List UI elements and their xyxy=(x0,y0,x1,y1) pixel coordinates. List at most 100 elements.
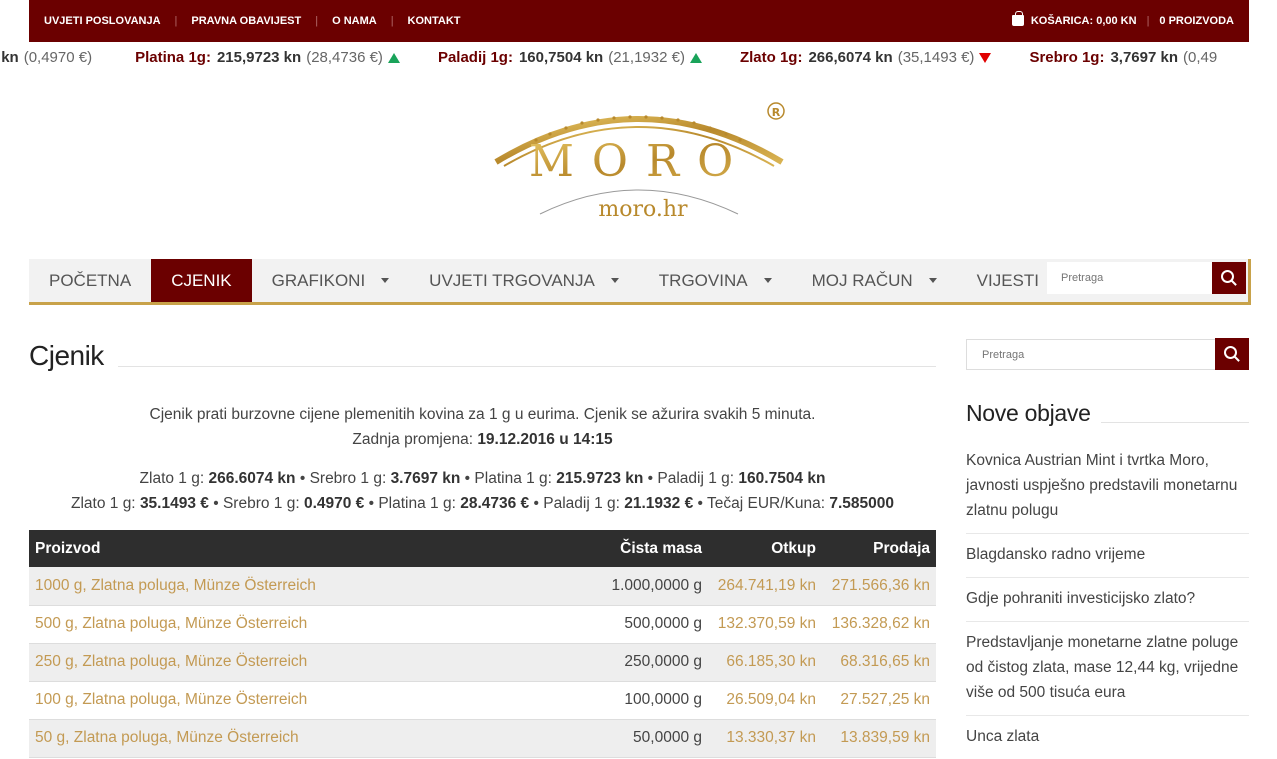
link-o-nama[interactable]: O NAMA xyxy=(332,15,377,27)
price-ticker: 597 kn (0,4970 €) Platina 1g: 215,9723 k… xyxy=(0,44,1277,72)
table-row[interactable]: 50 g, Zlatna poluga, Münze Österreich 50… xyxy=(29,719,936,758)
price-value: 266.6074 kn xyxy=(208,470,296,487)
product-mass: 100,0000 g xyxy=(568,681,708,720)
product-buy-price[interactable]: 264.741,19 kn xyxy=(708,567,822,606)
table-row[interactable]: 250 g, Zlatna poluga, Münze Österreich 2… xyxy=(29,643,936,682)
product-sell-price[interactable]: 13.839,59 kn xyxy=(822,719,936,758)
nav-search-button[interactable] xyxy=(1212,262,1246,294)
ticker-kn: 215,9723 kn xyxy=(216,49,302,66)
col-header-mass[interactable]: Čista masa xyxy=(568,530,708,567)
arrow-down-icon xyxy=(979,52,992,63)
nav-item-uvjeti-trgovanja[interactable]: UVJETI TRGOVANJA xyxy=(409,259,639,302)
product-link[interactable]: 100 g, Zlatna poluga, Münze Österreich xyxy=(29,681,568,720)
nav-label: POČETNA xyxy=(49,270,132,290)
price-value: 215.9723 kn xyxy=(556,470,644,487)
product-mass: 50,0000 g xyxy=(568,719,708,758)
cart-total[interactable]: KOŠARICA: 0,00 KN xyxy=(1031,15,1137,27)
price-value: 3.7697 kn xyxy=(390,470,461,487)
ticker-kn: 160,7504 kn xyxy=(518,49,604,66)
col-header-product[interactable]: Proizvod xyxy=(29,530,568,567)
ticker-item-zlato: Zlato 1g: 266,6074 kn (35,1493 €) xyxy=(739,49,992,66)
ticker-name: Srebro 1g: xyxy=(1029,49,1105,66)
cart-summary[interactable]: KOŠARICA: 0,00 KN | 0 PROIZVODA xyxy=(1011,0,1234,42)
nav-item-pocetna[interactable]: POČETNA xyxy=(29,259,151,302)
ticker-name: Paladij 1g: xyxy=(437,49,513,66)
link-pravna-obavijest[interactable]: PRAVNA OBAVIJEST xyxy=(191,15,301,27)
price-label: Zlato 1 g: xyxy=(71,495,136,512)
nav-label: GRAFIKONI xyxy=(271,270,366,290)
ticker-kn: 3,7697 kn xyxy=(1110,49,1179,66)
col-header-buy[interactable]: Otkup xyxy=(708,530,822,567)
caret-down-icon xyxy=(610,278,619,283)
logo-word: MORO xyxy=(529,136,751,187)
link-uvjeti-poslovanja[interactable]: UVJETI POSLOVANJA xyxy=(44,15,161,27)
cart-count[interactable]: 0 PROIZVODA xyxy=(1159,15,1234,27)
arrow-up-icon xyxy=(387,52,400,63)
nav-item-vijesti[interactable]: VIJESTI xyxy=(957,259,1059,302)
rate-value: 7.585000 xyxy=(829,495,894,512)
ticker-name: Zlato 1g: xyxy=(739,49,803,66)
post-link[interactable]: Kovnica Austrian Mint i tvrtka Moro, jav… xyxy=(966,448,1249,534)
table-row[interactable]: 1000 g, Zlatna poluga, Münze Österreich … xyxy=(29,567,936,606)
ticker-name: Platina 1g: xyxy=(135,49,211,66)
rate-label: Tečaj EUR/Kuna: xyxy=(706,495,826,512)
nav-item-cjenik[interactable]: CJENIK xyxy=(151,259,252,302)
page-title-wrap: Cjenik xyxy=(29,340,936,376)
price-label: Paladij 1 g: xyxy=(657,470,735,487)
sidebar-search-input[interactable] xyxy=(966,339,1216,370)
ticker-kn: 597 kn xyxy=(0,49,19,66)
caret-down-icon xyxy=(928,278,937,283)
page-title: Cjenik xyxy=(29,340,118,372)
product-buy-price[interactable]: 13.330,37 kn xyxy=(708,719,822,758)
ticker-eur: (0,4970 €) xyxy=(23,49,93,66)
intro-line: Cjenik prati burzovne cijene plemenitih … xyxy=(149,406,816,423)
post-link[interactable]: Unca zlata xyxy=(966,724,1249,759)
price-label: Srebro 1 g: xyxy=(222,495,300,512)
eur-prices: Zlato 1 g: 35.1493 € • Srebro 1 g: 0.497… xyxy=(71,495,894,512)
table-row[interactable]: 500 g, Zlatna poluga, Münze Österreich 5… xyxy=(29,605,936,644)
price-summary: Zlato 1 g: 266.6074 kn • Srebro 1 g: 3.7… xyxy=(29,466,936,516)
nav-label: CJENIK xyxy=(171,270,232,290)
product-buy-price[interactable]: 132.370,59 kn xyxy=(708,605,822,644)
link-kontakt[interactable]: KONTAKT xyxy=(408,15,461,27)
price-value: 160.7504 kn xyxy=(738,470,826,487)
product-link[interactable]: 250 g, Zlatna poluga, Münze Österreich xyxy=(29,643,568,682)
separator: | xyxy=(315,15,319,27)
table-row[interactable]: 100 g, Zlatna poluga, Münze Österreich 1… xyxy=(29,681,936,720)
post-link[interactable]: Predstavljanje monetarne zlatne poluge o… xyxy=(966,630,1249,716)
ticker-item-paladij: Paladij 1g: 160,7504 kn (21,1932 €) xyxy=(438,49,702,66)
search-icon xyxy=(1224,346,1237,359)
sidebar-search-button[interactable] xyxy=(1215,338,1249,370)
moro-logo[interactable]: MORO moro.hr R xyxy=(488,96,792,222)
nav-label: TRGOVINA xyxy=(658,270,748,290)
product-sell-price[interactable]: 27.527,25 kn xyxy=(822,681,936,720)
price-label: Platina 1 g: xyxy=(378,495,456,512)
product-link[interactable]: 500 g, Zlatna poluga, Münze Österreich xyxy=(29,605,568,644)
ticker-eur: (21,1932 €) xyxy=(608,49,685,66)
product-sell-price[interactable]: 271.566,36 kn xyxy=(822,567,936,606)
post-link[interactable]: Gdje pohraniti investicijsko zlato? xyxy=(966,586,1249,622)
product-buy-price[interactable]: 26.509,04 kn xyxy=(708,681,822,720)
sidebar-title-wrap: Nove objave xyxy=(966,400,1249,432)
nav-search-input[interactable] xyxy=(1047,262,1213,294)
arrow-up-icon xyxy=(689,52,702,63)
intro-text: Cjenik prati burzovne cijene plemenitih … xyxy=(29,402,936,452)
ticker-item-platina: Platina 1g: 215,9723 kn (28,4736 €) xyxy=(135,49,400,66)
product-sell-price[interactable]: 68.316,65 kn xyxy=(822,643,936,682)
price-label: Platina 1 g: xyxy=(474,470,552,487)
col-header-sell[interactable]: Prodaja xyxy=(822,530,936,567)
product-link[interactable]: 1000 g, Zlatna poluga, Münze Österreich xyxy=(29,567,568,606)
product-link[interactable]: 50 g, Zlatna poluga, Münze Österreich xyxy=(29,719,568,758)
post-link[interactable]: Blagdansko radno vrijeme xyxy=(966,542,1249,578)
nav-item-moj-racun[interactable]: MOJ RAČUN xyxy=(792,259,957,302)
ticker-kn: 266,6074 kn xyxy=(808,49,893,66)
product-buy-price[interactable]: 66.185,30 kn xyxy=(708,643,822,682)
nav-item-grafikoni[interactable]: GRAFIKONI xyxy=(252,259,410,302)
nav-item-trgovina[interactable]: TRGOVINA xyxy=(639,259,792,302)
top-links: UVJETI POSLOVANJA | PRAVNA OBAVIJEST | O… xyxy=(44,0,461,42)
product-sell-price[interactable]: 136.328,62 kn xyxy=(822,605,936,644)
recent-posts-list: Kovnica Austrian Mint i tvrtka Moro, jav… xyxy=(966,448,1249,759)
nav-label: VIJESTI xyxy=(976,270,1040,290)
price-value: 35.1493 € xyxy=(139,495,209,512)
ticker-eur: (28,4736 €) xyxy=(306,49,383,66)
